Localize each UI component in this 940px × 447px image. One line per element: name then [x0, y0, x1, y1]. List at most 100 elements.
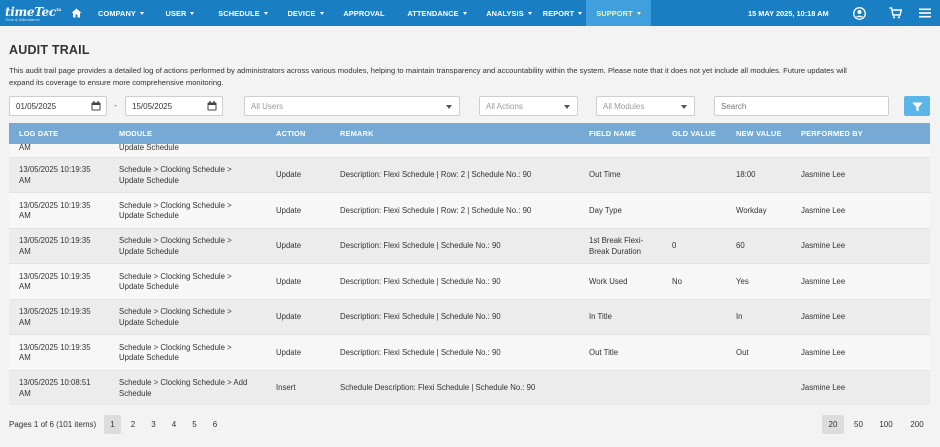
cell-new-value: Out: [736, 347, 749, 357]
timetec-logo[interactable]: timeTecTA Time & Attendance: [0, 0, 62, 26]
col-log-date[interactable]: LOG DATE: [19, 123, 58, 144]
col-module[interactable]: MODULE: [119, 123, 152, 144]
cell-module-cont: Schedule: [119, 388, 152, 398]
cell-log-date: 13/05/2025 10:19:35: [19, 271, 91, 281]
chevron-down-icon: [190, 11, 195, 15]
chevron-down-icon: [527, 11, 532, 15]
nav-item-user[interactable]: USER: [152, 0, 208, 26]
date-from-value: 01/05/2025: [16, 101, 57, 111]
col-field-name[interactable]: FIELD NAME: [589, 123, 636, 144]
page-size-20[interactable]: 20: [822, 415, 844, 434]
cell-log-date: 13/05/2025 10:19:35: [19, 200, 91, 210]
page-button-1[interactable]: 1: [104, 415, 121, 434]
cart-icon[interactable]: [888, 6, 902, 20]
nav-item-support[interactable]: SUPPORT: [586, 0, 651, 26]
table-row[interactable]: 13/05/2025 10:19:35 AM Schedule > Clocking…: [9, 193, 930, 229]
page-button-4[interactable]: 4: [166, 415, 183, 434]
cell-performed-by: Jasmine Lee: [801, 383, 846, 392]
page-size-50[interactable]: 50: [848, 415, 869, 434]
table-row[interactable]: 13/05/2025 10:19:35 AM Schedule > Clocking…: [9, 229, 930, 264]
date-from-input[interactable]: 01/05/2025: [9, 96, 107, 116]
cell-log-time: AM: [19, 211, 31, 220]
cell-performed-by: Jasmine Lee: [801, 276, 846, 286]
users-select-value: All Users: [251, 101, 284, 111]
cell-action: Update: [276, 312, 302, 321]
actions-select[interactable]: All Actions: [479, 96, 578, 116]
chevron-down-icon: [578, 11, 583, 15]
cell-field-name: 1st Break Flexi-: [589, 236, 644, 245]
cell-module: Update Schedule: [119, 143, 179, 152]
page-button-5[interactable]: 5: [186, 415, 203, 434]
table-row[interactable]: 13/05/2025 10:19:35 AM Schedule > Clocking…: [9, 335, 930, 371]
cell-log-date: 13/05/2025 10:19:35: [19, 236, 91, 245]
search-field[interactable]: [714, 96, 889, 116]
col-remark[interactable]: REMARK: [340, 123, 374, 144]
nav-item-label: DEVICE: [287, 8, 316, 18]
home-icon[interactable]: [62, 0, 90, 26]
nav-item-device[interactable]: DEVICE: [278, 0, 333, 26]
calendar-icon[interactable]: [207, 101, 217, 113]
logo-name: timeTec: [5, 4, 56, 19]
table-header: LOG DATE MODULE ACTION REMARK FIELD NAME…: [9, 123, 930, 144]
nav-item-analysis[interactable]: ANALYSIS: [479, 0, 539, 26]
col-performed-by[interactable]: PERFORMED BY: [801, 123, 863, 144]
table-row[interactable]: 13/05/2025 10:19:35 AM Schedule > Clocking…: [9, 158, 930, 193]
page-size-100[interactable]: 100: [874, 415, 898, 434]
cell-performed-by: Jasmine Lee: [801, 170, 846, 179]
chevron-down-icon: [636, 11, 641, 15]
col-action[interactable]: ACTION: [276, 123, 306, 144]
cell-field-name: Out Time: [589, 170, 621, 179]
page-size-200[interactable]: 200: [905, 415, 929, 434]
search-input[interactable]: [715, 97, 888, 115]
table-row[interactable]: 13/05/2025 10:19:35 AM Schedule > Clocking…: [9, 300, 930, 335]
cell-module-cont: Update Schedule: [119, 211, 179, 220]
chevron-down-icon: [263, 11, 268, 15]
nav-menu: COMPANY USER SCHEDULE DEVICE APPROVAL ATTENDA…: [90, 0, 651, 26]
menu-icon[interactable]: [918, 6, 932, 20]
cell-remark: Description: Flexi Schedule | Schedule N…: [340, 241, 501, 250]
chevron-down-icon: [462, 11, 467, 15]
table-row[interactable]: 13/05/2025 10:19:35 AM Schedule > Clocking…: [9, 264, 930, 300]
cell-module-cont: Update Schedule: [119, 282, 179, 291]
date-to-input[interactable]: 15/05/2025: [125, 96, 223, 116]
nav-item-label: REPORT: [542, 8, 575, 18]
cell-new-value: Yes: [736, 276, 749, 286]
cell-log-date: 13/05/2025 10:19:35: [19, 165, 91, 174]
cell-new-value: 60: [736, 241, 745, 250]
nav-item-report[interactable]: REPORT: [539, 0, 586, 26]
calendar-icon[interactable]: [91, 101, 101, 113]
table-row[interactable]: 13/05/2025 10:08:51 AM Schedule > Clocking…: [9, 371, 930, 405]
top-nav-bar: timeTecTA Time & Attendance COMPANY USER S…: [0, 0, 940, 26]
cell-log-date: 13/05/2025 10:19:35: [19, 342, 91, 352]
filter-button[interactable]: [904, 96, 930, 116]
cell-module-cont: Update Schedule: [119, 317, 179, 327]
users-select[interactable]: All Users: [244, 96, 460, 116]
page-button-6[interactable]: 6: [207, 415, 224, 434]
nav-item-approval[interactable]: APPROVAL: [333, 0, 395, 26]
cell-log-time: AM: [19, 353, 31, 362]
cell-log-time: AM: [19, 282, 31, 291]
cell-remark: Description: Flexi Schedule | Schedule N…: [340, 312, 501, 321]
nav-item-label: SCHEDULE: [218, 8, 260, 18]
nav-item-company[interactable]: COMPANY: [90, 0, 152, 26]
nav-item-schedule[interactable]: SCHEDULE: [208, 0, 278, 26]
col-old-value[interactable]: OLD VALUE: [672, 123, 716, 144]
page-button-3[interactable]: 3: [145, 415, 162, 434]
cell-new-value: In: [736, 312, 743, 321]
user-circle-icon[interactable]: [852, 6, 866, 20]
cell-module: Schedule > Clocking Schedule >: [119, 165, 232, 174]
col-new-value[interactable]: NEW VALUE: [736, 123, 782, 144]
cell-new-value: Workday: [736, 205, 767, 215]
nav-item-attendance[interactable]: ATTENDANCE: [395, 0, 479, 26]
cell-field-name: Out Title: [589, 347, 619, 357]
cell-field-name: In Title: [589, 312, 612, 321]
cell-log-date: 13/05/2025 10:19:35: [19, 307, 91, 316]
cell-module-cont: Update Schedule: [119, 175, 179, 185]
audit-trail-table[interactable]: LOG DATE MODULE ACTION REMARK FIELD NAME…: [9, 123, 930, 405]
cell-action: Update: [276, 170, 302, 179]
page-button-2[interactable]: 2: [125, 415, 142, 434]
nav-item-label: ANALYSIS: [486, 8, 524, 18]
modules-select[interactable]: All Modules: [596, 96, 695, 116]
cell-module: Schedule > Clocking Schedule >: [119, 271, 232, 281]
logo-tagline: Time & Attendance: [5, 17, 40, 22]
